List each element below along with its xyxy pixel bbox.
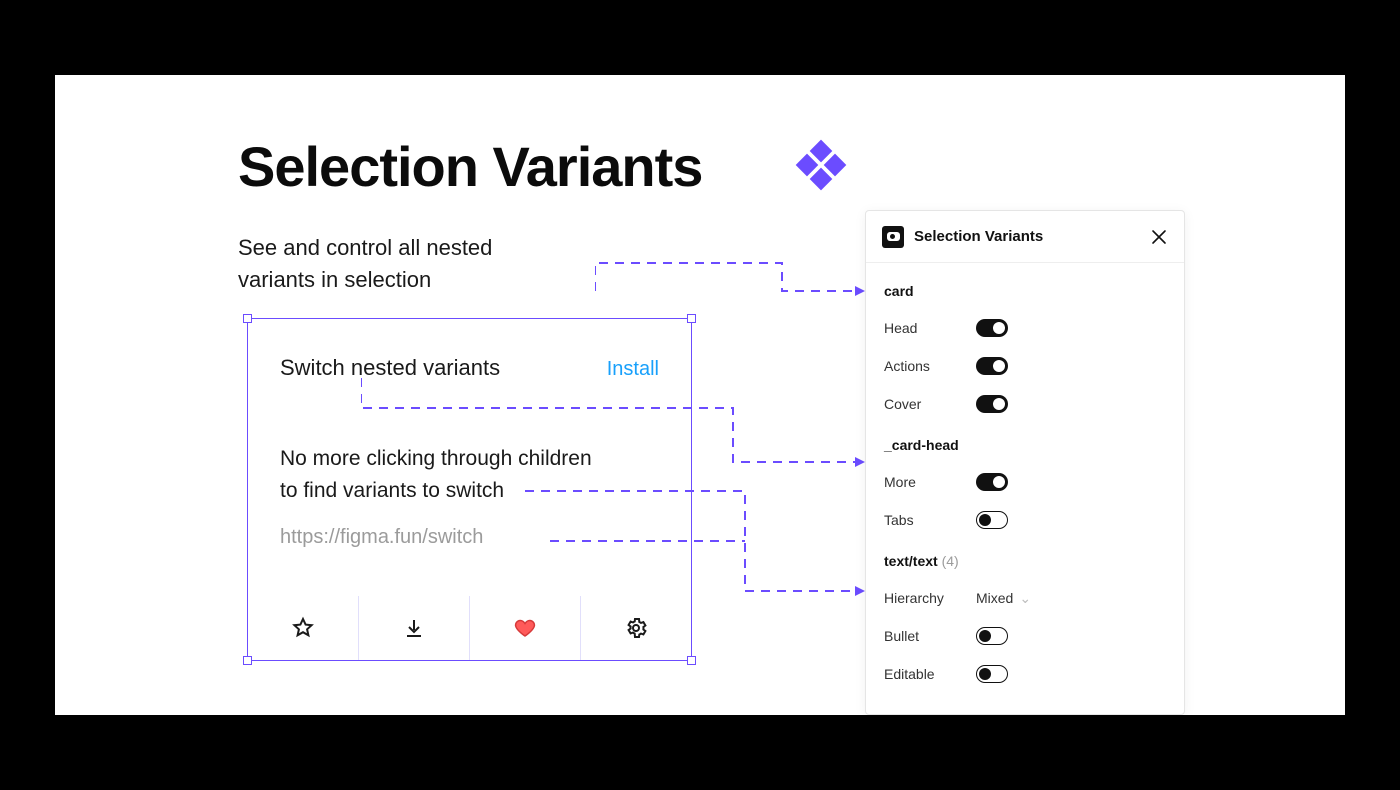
card-head: Switch nested variants Install <box>280 355 659 381</box>
page-subtitle: See and control all nested variants in s… <box>238 232 568 296</box>
prop-actions: Actions <box>884 347 1166 385</box>
prop-label: Actions <box>884 358 976 374</box>
card-body-line2: to find variants to switch <box>280 475 659 507</box>
prop-label: Tabs <box>884 512 976 528</box>
heart-icon <box>513 616 537 640</box>
group-title-card: card <box>884 283 1166 299</box>
prop-hierarchy: Hierarchy Mixed ⌄ <box>884 579 1166 617</box>
prop-label: Hierarchy <box>884 590 976 606</box>
prop-label: More <box>884 474 976 490</box>
prop-label: Cover <box>884 396 976 412</box>
group-name: text/text <box>884 553 938 569</box>
canvas: Selection Variants See and control all n… <box>55 75 1345 715</box>
panel-header: Selection Variants <box>866 211 1184 263</box>
prop-more: More <box>884 463 1166 501</box>
prop-cover: Cover <box>884 385 1166 423</box>
download-icon <box>402 616 426 640</box>
prop-label: Editable <box>884 666 976 682</box>
group-title-card-head: _card-head <box>884 437 1166 453</box>
chevron-down-icon: ⌄ <box>1019 590 1031 607</box>
panel-title: Selection Variants <box>914 228 1150 245</box>
card-body-line1: No more clicking through children <box>280 443 659 475</box>
toggle-more[interactable] <box>976 473 1008 491</box>
group-title-text: text/text (4) <box>884 553 1166 569</box>
toggle-head[interactable] <box>976 319 1008 337</box>
dropdown-hierarchy[interactable]: Mixed ⌄ <box>976 590 1031 607</box>
toggle-tabs[interactable] <box>976 511 1008 529</box>
panel-body: card Head Actions Cover _card-head More <box>866 263 1184 699</box>
star-button[interactable] <box>248 596 358 660</box>
close-icon[interactable] <box>1150 228 1168 246</box>
selection-variants-panel: Selection Variants card Head Actions Cov… <box>865 210 1185 715</box>
gear-icon <box>624 616 648 640</box>
card: Switch nested variants Install No more c… <box>248 319 691 660</box>
group-card: card Head Actions Cover <box>866 275 1184 429</box>
toggle-cover[interactable] <box>976 395 1008 413</box>
prop-label: Bullet <box>884 628 976 644</box>
plugin-logo-icon <box>793 141 849 197</box>
heart-button[interactable] <box>469 596 580 660</box>
panel-logo-icon <box>882 226 904 248</box>
install-link[interactable]: Install <box>607 358 659 381</box>
connector-card <box>595 255 870 305</box>
dropdown-value: Mixed <box>976 590 1013 606</box>
page-title: Selection Variants <box>238 134 702 199</box>
selected-frame[interactable]: Switch nested variants Install No more c… <box>247 318 692 661</box>
toggle-editable[interactable] <box>976 665 1008 683</box>
prop-label: Head <box>884 320 976 336</box>
group-text: text/text (4) Hierarchy Mixed ⌄ Bullet E… <box>866 545 1184 699</box>
card-body: No more clicking through children to fin… <box>280 443 659 506</box>
group-card-head: _card-head More Tabs <box>866 429 1184 545</box>
download-button[interactable] <box>358 596 469 660</box>
card-actions <box>248 596 691 660</box>
card-title: Switch nested variants <box>280 355 500 381</box>
prop-tabs: Tabs <box>884 501 1166 539</box>
group-count: (4) <box>942 553 959 569</box>
toggle-actions[interactable] <box>976 357 1008 375</box>
card-url: https://figma.fun/switch <box>280 526 659 549</box>
prop-bullet: Bullet <box>884 617 1166 655</box>
star-icon <box>291 616 315 640</box>
prop-head: Head <box>884 309 1166 347</box>
toggle-bullet[interactable] <box>976 627 1008 645</box>
settings-button[interactable] <box>580 596 691 660</box>
prop-editable: Editable <box>884 655 1166 693</box>
